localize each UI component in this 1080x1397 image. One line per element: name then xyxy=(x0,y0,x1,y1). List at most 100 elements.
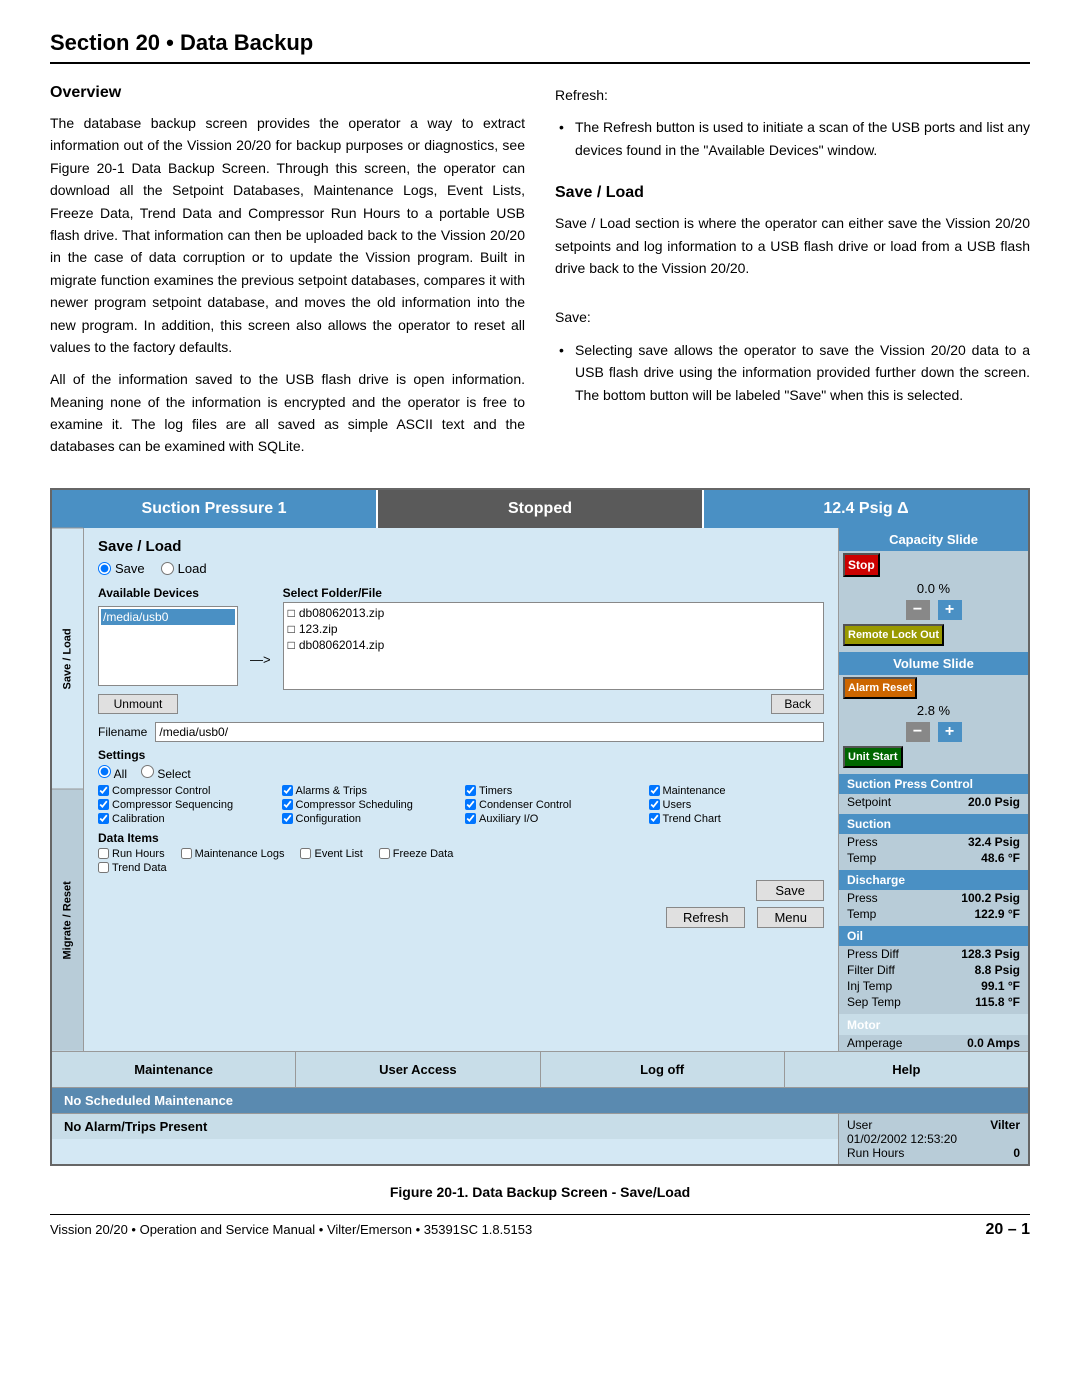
settings-select-radio[interactable] xyxy=(141,765,154,778)
ui-panel: Suction Pressure 1 Stopped 12.4 Psig Δ S… xyxy=(50,488,1030,1166)
bottom-bar: Maintenance User Access Log off Help xyxy=(52,1051,1028,1087)
suction-press-ctrl-title: Suction Press Control xyxy=(839,774,1028,794)
checkbox-users[interactable]: Users xyxy=(649,799,825,811)
oil-filter-diff-label: Filter Diff xyxy=(847,963,895,977)
data-items-section: Data Items Run Hours Maintenance Logs Ev… xyxy=(98,831,824,874)
checkbox-condenser-control[interactable]: Condenser Control xyxy=(465,799,641,811)
motor-amperage-value: 0.0 Amps xyxy=(967,1036,1020,1050)
radio-load-text: Load xyxy=(178,561,207,576)
stop-button[interactable]: Stop xyxy=(843,553,880,577)
suction-press-value: 32.4 Psig xyxy=(968,835,1020,849)
user-access-button[interactable]: User Access xyxy=(296,1052,540,1087)
checkbox-calibration[interactable]: Calibration xyxy=(98,813,274,825)
checkbox-trend-chart[interactable]: Trend Chart xyxy=(649,813,825,825)
select-folder-label: Select Folder/File xyxy=(283,586,824,600)
settings-all-label[interactable]: All xyxy=(98,765,127,781)
checkbox-compressor-control[interactable]: Compressor Control xyxy=(98,785,274,797)
radio-save[interactable] xyxy=(98,562,111,575)
oil-press-diff-row: Press Diff 128.3 Psig xyxy=(839,946,1028,962)
data-items-row2: Trend Data xyxy=(98,862,824,874)
suction-press-row: Press 32.4 Psig xyxy=(839,834,1028,850)
save-button[interactable]: Save xyxy=(756,880,824,901)
refresh-bullet: The Refresh button is used to initiate a… xyxy=(555,116,1030,161)
device-list[interactable]: /media/usb0 xyxy=(98,606,238,686)
sidebar-tab-save-load[interactable]: Save / Load xyxy=(52,528,83,790)
checkbox-maintenance-logs[interactable]: Maintenance Logs xyxy=(181,848,285,860)
menu-button[interactable]: Menu xyxy=(757,907,824,928)
top-bar: Suction Pressure 1 Stopped 12.4 Psig Δ xyxy=(52,490,1028,528)
checkbox-maintenance[interactable]: Maintenance xyxy=(649,785,825,797)
oil-filter-diff-value: 8.8 Psig xyxy=(975,963,1020,977)
overview-para2: All of the information saved to the USB … xyxy=(50,368,525,458)
sidebar-tab-migrate-reset[interactable]: Migrate / Reset xyxy=(52,789,83,1051)
discharge-press-value: 100.2 Psig xyxy=(961,891,1020,905)
settings-all-text: All xyxy=(114,767,127,781)
footer-user-info: User Vilter 01/02/2002 12:53:20 Run Hour… xyxy=(838,1113,1028,1164)
checkbox-compressor-scheduling[interactable]: Compressor Scheduling xyxy=(282,799,458,811)
checkbox-run-hours[interactable]: Run Hours xyxy=(98,848,165,860)
checkbox-freeze-data[interactable]: Freeze Data xyxy=(379,848,454,860)
checkbox-compressor-sequencing[interactable]: Compressor Sequencing xyxy=(98,799,274,811)
back-button[interactable]: Back xyxy=(771,694,824,714)
folder-list[interactable]: db08062013.zip 123.zip db08062014.zip xyxy=(283,602,824,690)
settings-select-label[interactable]: Select xyxy=(141,765,191,781)
refresh-label: Refresh: xyxy=(555,84,1030,106)
capacity-value: 0.0 % xyxy=(839,579,1028,598)
checkbox-timers[interactable]: Timers xyxy=(465,785,641,797)
unit-start-button[interactable]: Unit Start xyxy=(843,746,903,768)
motor-amperage-row: Amperage 0.0 Amps xyxy=(839,1035,1028,1051)
alarm-reset-button[interactable]: Alarm Reset xyxy=(843,677,917,699)
save-load-radio-row: Save Load xyxy=(98,561,824,576)
doc-footer: Vission 20/20 • Operation and Service Ma… xyxy=(50,1214,1030,1239)
capacity-plus[interactable]: + xyxy=(938,600,962,620)
doc-header: Section 20 • Data Backup xyxy=(50,30,1030,64)
folder-item-1[interactable]: 123.zip xyxy=(286,621,821,637)
footer-row: No Alarm/Trips Present User Vilter 01/02… xyxy=(52,1113,1028,1164)
discharge-title: Discharge xyxy=(839,870,1028,890)
radio-load[interactable] xyxy=(161,562,174,575)
maintenance-button[interactable]: Maintenance xyxy=(52,1052,296,1087)
checkbox-event-list[interactable]: Event List xyxy=(300,848,362,860)
unmount-button[interactable]: Unmount xyxy=(98,694,178,714)
folder-item-0[interactable]: db08062013.zip xyxy=(286,605,821,621)
user-row: User Vilter xyxy=(847,1118,1020,1132)
capacity-minus[interactable]: − xyxy=(906,600,930,620)
page-number: 20 – 1 xyxy=(986,1221,1030,1239)
remote-lockout-button[interactable]: Remote Lock Out xyxy=(843,624,944,646)
oil-press-diff-label: Press Diff xyxy=(847,947,899,961)
data-items-label: Data Items xyxy=(98,831,824,845)
volume-title: Volume Slide xyxy=(839,652,1028,675)
checkbox-trend-data[interactable]: Trend Data xyxy=(98,862,167,874)
device-item[interactable]: /media/usb0 xyxy=(101,609,235,625)
datetime-row: 01/02/2002 12:53:20 xyxy=(847,1132,1020,1146)
help-button[interactable]: Help xyxy=(785,1052,1028,1087)
checkbox-auxiliary-io[interactable]: Auxiliary I/O xyxy=(465,813,641,825)
capacity-title: Capacity Slide xyxy=(839,528,1028,551)
volume-plus[interactable]: + xyxy=(938,722,962,742)
folder-item-2[interactable]: db08062014.zip xyxy=(286,637,821,653)
folder-icon-1 xyxy=(288,622,295,636)
volume-minus[interactable]: − xyxy=(906,722,930,742)
oil-inj-temp-label: Inj Temp xyxy=(847,979,892,993)
volume-controls: − + xyxy=(839,722,1028,742)
log-off-button[interactable]: Log off xyxy=(541,1052,785,1087)
radio-save-label[interactable]: Save xyxy=(98,561,145,576)
refresh-button[interactable]: Refresh xyxy=(666,907,746,928)
main-area: Save / Load Migrate / Reset Save / Load … xyxy=(52,528,1028,1051)
arrow-label: —> xyxy=(246,586,275,714)
maintenance-status: No Scheduled Maintenance xyxy=(52,1087,1028,1113)
discharge-press-row: Press 100.2 Psig xyxy=(839,890,1028,906)
discharge-temp-row: Temp 122.9 °F xyxy=(839,906,1028,922)
folder-icon-2 xyxy=(288,638,295,652)
radio-load-label[interactable]: Load xyxy=(161,561,207,576)
sidebar-tabs: Save / Load Migrate / Reset xyxy=(52,528,84,1051)
radio-save-text: Save xyxy=(115,561,145,576)
suction-title: Suction xyxy=(839,814,1028,834)
oil-inj-temp-row: Inj Temp 99.1 °F xyxy=(839,978,1028,994)
checkbox-configuration[interactable]: Configuration xyxy=(282,813,458,825)
checkbox-alarms-trips[interactable]: Alarms & Trips xyxy=(282,785,458,797)
filename-input[interactable] xyxy=(155,722,824,742)
user-value: Vilter xyxy=(990,1118,1020,1132)
run-hours-value: 0 xyxy=(1013,1146,1020,1160)
settings-all-radio[interactable] xyxy=(98,765,111,778)
